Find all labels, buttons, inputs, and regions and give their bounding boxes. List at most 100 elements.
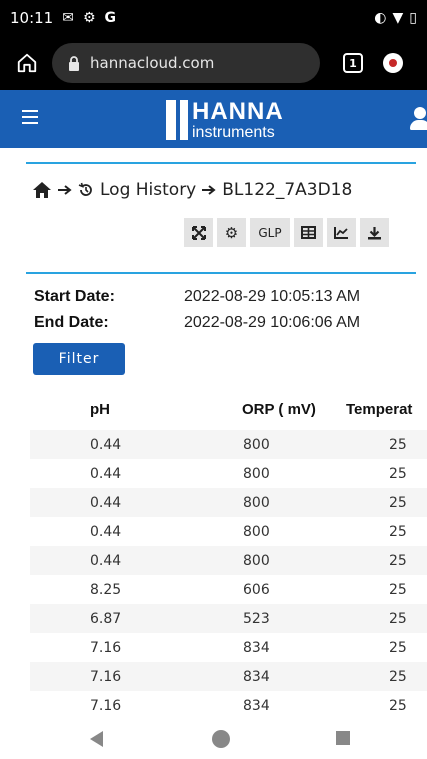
end-date-value: 2022-08-29 10:06:06 AM <box>184 314 361 331</box>
logo-mark-icon <box>166 100 188 140</box>
cell-temperature: 25 <box>389 494 407 511</box>
arrow-right-icon <box>58 185 72 195</box>
top-divider <box>26 162 416 164</box>
cell-orp: 800 <box>243 436 270 453</box>
browser-home-button[interactable] <box>10 46 44 80</box>
cell-ph: 0.44 <box>90 494 122 511</box>
column-header-temperature[interactable]: Temperat <box>346 388 412 430</box>
cell-orp: 800 <box>243 523 270 540</box>
section-divider <box>26 272 416 274</box>
cell-temperature: 25 <box>389 668 407 685</box>
column-header-orp[interactable]: ORP ( mV) <box>242 388 316 430</box>
settings-icon: ⚙ <box>224 223 239 242</box>
app-header: HANNA instruments <box>0 90 427 148</box>
table-row: 6.87 523 25 <box>30 604 427 633</box>
address-bar[interactable]: hannacloud.com <box>52 43 320 83</box>
breadcrumb-device: BL122_7A3D18 <box>222 180 353 200</box>
cell-ph: 7.16 <box>90 639 122 656</box>
chart-view-button[interactable] <box>327 218 356 247</box>
back-icon[interactable] <box>90 731 103 747</box>
system-nav-bar <box>0 718 427 759</box>
status-time: 10:11 <box>10 9 54 27</box>
filter-button[interactable]: Filter <box>33 343 125 375</box>
arrow-right-icon <box>202 185 216 195</box>
cell-temperature: 25 <box>389 581 407 598</box>
home-nav-icon[interactable] <box>212 730 230 748</box>
start-date-label: Start Date: <box>34 288 115 305</box>
gear-icon: ⚙ <box>82 10 96 26</box>
cell-temperature: 25 <box>389 697 407 714</box>
wifi-icon: ▼ <box>392 10 404 26</box>
mail-icon: ✉ <box>62 10 74 26</box>
log-toolbar: ⚙ GLP <box>184 218 389 247</box>
home-icon <box>17 53 37 73</box>
table-row: 0.44 800 25 <box>30 517 427 546</box>
cell-ph: 7.16 <box>90 668 122 685</box>
cell-temperature: 25 <box>389 610 407 627</box>
home-icon[interactable] <box>32 181 52 199</box>
column-header-ph[interactable]: pH <box>90 388 110 430</box>
cell-orp: 800 <box>243 552 270 569</box>
update-badge-icon <box>383 53 403 73</box>
download-button[interactable] <box>360 218 389 247</box>
table-row: 8.25 606 25 <box>30 575 427 604</box>
browser-menu-button[interactable] <box>376 46 410 80</box>
table-row: 0.44 800 25 <box>30 546 427 575</box>
history-icon <box>78 182 92 196</box>
table-row: 7.16 834 25 <box>30 662 427 691</box>
cell-temperature: 25 <box>389 436 407 453</box>
tab-count: 1 <box>343 53 363 73</box>
cell-ph: 6.87 <box>90 610 122 627</box>
battery-icon: ▯ <box>409 10 417 26</box>
sync-icon: ◐ <box>374 10 387 26</box>
table-row: 7.16 834 25 <box>30 633 427 662</box>
tab-switcher-button[interactable]: 1 <box>336 46 370 80</box>
table-row: 0.44 800 25 <box>30 459 427 488</box>
browser-toolbar: hannacloud.com 1 <box>0 36 427 90</box>
cell-orp: 523 <box>243 610 270 627</box>
settings-button[interactable]: ⚙ <box>217 218 246 247</box>
status-bar: 10:11 ✉ ⚙ G ◐ ▼ ▯ <box>0 0 427 36</box>
lock-icon <box>69 55 79 71</box>
url-text: hannacloud.com <box>90 54 215 72</box>
table-row: 7.16 834 25 <box>30 691 427 720</box>
cell-orp: 800 <box>243 465 270 482</box>
cell-ph: 0.44 <box>90 552 122 569</box>
fullscreen-button[interactable] <box>184 218 213 247</box>
cell-temperature: 25 <box>389 639 407 656</box>
table-row: 0.44 800 25 <box>30 488 427 517</box>
cell-orp: 834 <box>243 668 270 685</box>
cell-orp: 834 <box>243 697 270 714</box>
cell-orp: 800 <box>243 494 270 511</box>
cell-ph: 7.16 <box>90 697 122 714</box>
g-icon: G <box>104 10 117 26</box>
start-date-value: 2022-08-29 10:05:13 AM <box>184 288 361 305</box>
cell-temperature: 25 <box>389 552 407 569</box>
cell-orp: 834 <box>243 639 270 656</box>
hanna-logo[interactable]: HANNA instruments <box>166 98 284 142</box>
download-icon <box>368 226 381 239</box>
cell-temperature: 25 <box>389 465 407 482</box>
cell-ph: 0.44 <box>90 523 122 540</box>
recent-apps-icon[interactable] <box>336 731 350 745</box>
cell-ph: 8.25 <box>90 581 122 598</box>
breadcrumb: Log History BL122_7A3D18 <box>32 180 352 200</box>
fullscreen-icon <box>191 225 206 240</box>
table-icon <box>301 226 316 239</box>
table-body: 0.44 800 25 0.44 800 25 0.44 800 25 0.44 800 25 0.44… <box>30 430 427 720</box>
cell-ph: 0.44 <box>90 436 122 453</box>
hamburger-menu-icon[interactable] <box>22 110 38 124</box>
user-icon[interactable] <box>410 107 427 131</box>
table-header: pH ORP ( mV) Temperat <box>30 388 427 430</box>
logo-brand: HANNA <box>192 97 284 125</box>
table-row: 0.44 800 25 <box>30 430 427 459</box>
logo-subtitle: instruments <box>192 123 275 141</box>
table-view-button[interactable] <box>294 218 323 247</box>
cell-temperature: 25 <box>389 523 407 540</box>
log-table: pH ORP ( mV) Temperat 0.44 800 25 0.44 800 25… <box>30 388 427 720</box>
breadcrumb-log-history[interactable]: Log History <box>100 180 196 200</box>
end-date-label: End Date: <box>34 314 109 331</box>
cell-ph: 0.44 <box>90 465 122 482</box>
glp-button[interactable]: GLP <box>250 218 290 247</box>
chart-icon <box>334 227 348 239</box>
